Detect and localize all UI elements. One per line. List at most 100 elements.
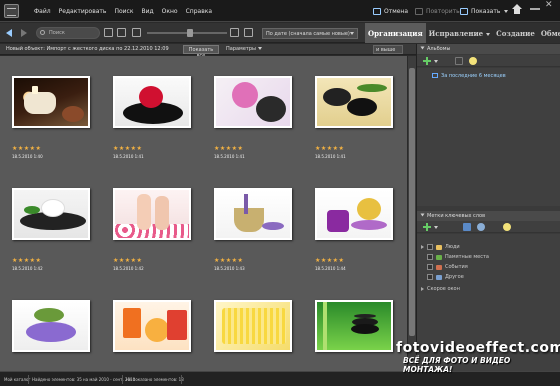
- photo-thumbnail[interactable]: [214, 76, 292, 128]
- tab-share[interactable]: Обмен: [538, 23, 560, 43]
- zoom-slider-thumb[interactable]: [187, 29, 193, 37]
- search-input[interactable]: Поиск: [36, 27, 100, 39]
- home-icon[interactable]: [510, 3, 524, 17]
- rating-stars[interactable]: ★★★★★: [315, 145, 344, 152]
- photo-cell[interactable]: ★★★★★ 18.5.2010 1:41: [101, 56, 202, 168]
- rating-stars[interactable]: ★★★★★: [113, 257, 142, 264]
- lightbulb-icon[interactable]: [469, 57, 477, 65]
- photo-thumbnail[interactable]: [113, 300, 191, 352]
- rating-stars[interactable]: ★★★★★: [12, 145, 41, 152]
- photo-cell[interactable]: ★★★★★ 18.5.2010 1:42: [101, 168, 202, 280]
- expand-icon[interactable]: [421, 245, 424, 249]
- photo-thumbnail[interactable]: [12, 76, 90, 128]
- photo-cell[interactable]: [0, 280, 101, 371]
- status-divider: [122, 375, 123, 384]
- photo-cell[interactable]: [202, 280, 303, 371]
- tag-item-other[interactable]: Другое: [427, 274, 464, 280]
- photo-grid: ★★★★★ 18.5.2010 1:40 ★★★★★ 18.5.2010 1:4…: [0, 56, 407, 371]
- photo-thumbnail[interactable]: [214, 300, 292, 352]
- grid-view-icon[interactable]: [104, 28, 113, 37]
- lightbulb-icon[interactable]: [503, 223, 511, 231]
- rating-stars[interactable]: ★★★★★: [113, 145, 142, 152]
- photo-thumbnail[interactable]: [315, 188, 393, 240]
- albums-header[interactable]: Альбомы: [417, 44, 560, 54]
- rating-stars[interactable]: ★★★★★: [214, 257, 243, 264]
- tags-header[interactable]: Метки ключевых слов: [417, 211, 560, 221]
- menu-file[interactable]: Файл: [34, 8, 51, 15]
- grid-scrollbar-thumb[interactable]: [409, 68, 415, 336]
- list-view-icon[interactable]: [117, 28, 126, 37]
- small-thumbnail-icon[interactable]: [132, 28, 141, 37]
- album-item[interactable]: За последние 6 месяцев: [432, 73, 506, 79]
- photo-thumbnail[interactable]: [113, 76, 191, 128]
- photo-cell[interactable]: ★★★★★ 18.5.2010 1:41: [303, 56, 404, 168]
- close-icon[interactable]: ✕: [545, 0, 553, 10]
- photo-cell[interactable]: ★★★★★ 18.5.2010 1:40: [0, 56, 101, 168]
- photo-thumbnail[interactable]: [12, 188, 90, 240]
- photo-cell[interactable]: ★★★★★ 18.5.2010 1:43: [202, 168, 303, 280]
- photo-cell[interactable]: [101, 280, 202, 371]
- large-thumbnail-icon[interactable]: [230, 28, 239, 37]
- back-arrow-icon[interactable]: [4, 27, 16, 39]
- add-tag-icon[interactable]: [423, 223, 431, 231]
- hidden-tags-label: Скорое окон: [427, 286, 460, 292]
- albums-toolbar: [417, 55, 560, 67]
- undo-icon: [373, 7, 381, 15]
- sort-select[interactable]: По дате (сначала самые новые): [262, 28, 358, 39]
- minimize-icon[interactable]: [530, 2, 540, 10]
- show-all-button[interactable]: Показать все: [183, 45, 219, 59]
- app-logo-icon[interactable]: [4, 4, 19, 18]
- face-icon[interactable]: [477, 223, 485, 231]
- catalog-name[interactable]: Мой каталог: [4, 377, 31, 382]
- photo-cell[interactable]: ★★★★★ 18.5.2010 1:41: [202, 56, 303, 168]
- expand-icon[interactable]: [421, 287, 424, 291]
- tab-organize-label: Организация: [368, 29, 423, 38]
- tag-label: Люди: [445, 244, 460, 250]
- rating-stars[interactable]: ★★★★★: [315, 257, 344, 264]
- add-album-icon[interactable]: [423, 57, 431, 65]
- redo-icon: [415, 7, 423, 15]
- hidden-tags-row[interactable]: Скорое окон: [421, 286, 460, 292]
- album-edit-icon[interactable]: [455, 57, 463, 65]
- tag-cloud-icon[interactable]: [463, 223, 471, 231]
- rating-filter-select[interactable]: и выше: [373, 45, 403, 54]
- tag-item-events[interactable]: События: [427, 264, 468, 270]
- photo-thumbnail[interactable]: [113, 188, 191, 240]
- tag-item-places[interactable]: Памятные места: [427, 254, 489, 260]
- menu-view[interactable]: Вид: [141, 8, 153, 15]
- photo-thumbnail[interactable]: [315, 300, 393, 352]
- photo-cell[interactable]: ★★★★★ 18.5.2010 1:44: [303, 168, 404, 280]
- photo-date: 18.5.2010 1:42: [12, 266, 43, 271]
- show-button[interactable]: Показать: [460, 5, 509, 17]
- tab-fix[interactable]: Исправление: [426, 23, 493, 43]
- parameters-button[interactable]: Параметры: [226, 46, 262, 52]
- full-view-icon[interactable]: [244, 28, 253, 37]
- photo-cell[interactable]: [303, 280, 404, 371]
- rating-stars[interactable]: ★★★★★: [214, 145, 243, 152]
- menu-find[interactable]: Поиск: [114, 8, 133, 15]
- menu-window[interactable]: Окно: [162, 8, 178, 15]
- tag-item-people[interactable]: Люди: [421, 244, 460, 250]
- tab-create[interactable]: Создание: [493, 23, 538, 43]
- tag-checkbox[interactable]: [427, 274, 433, 280]
- tag-checkbox[interactable]: [427, 264, 433, 270]
- tags-toolbar: [417, 221, 560, 233]
- rating-stars[interactable]: ★★★★★: [12, 257, 41, 264]
- photo-thumbnail[interactable]: [214, 188, 292, 240]
- tag-checkbox[interactable]: [427, 244, 433, 250]
- redo-button[interactable]: Повторить: [415, 5, 460, 17]
- menu-help[interactable]: Справка: [186, 8, 212, 15]
- photo-cell[interactable]: ★★★★★ 18.5.2010 1:42: [0, 168, 101, 280]
- forward-arrow-icon[interactable]: [18, 27, 30, 39]
- chevron-down-icon[interactable]: [434, 60, 438, 63]
- photo-thumbnail[interactable]: [315, 76, 393, 128]
- menu-edit[interactable]: Редактировать: [59, 8, 107, 15]
- chevron-down-icon[interactable]: [434, 226, 438, 229]
- tab-organize[interactable]: Организация: [365, 23, 426, 43]
- tag-checkbox[interactable]: [427, 254, 433, 260]
- grid-scrollbar[interactable]: [407, 56, 416, 371]
- undo-button[interactable]: Отмена: [373, 5, 408, 17]
- tab-fix-label: Исправление: [428, 29, 484, 38]
- album-item-label: За последние 6 месяцев: [441, 73, 506, 79]
- photo-thumbnail[interactable]: [12, 300, 90, 352]
